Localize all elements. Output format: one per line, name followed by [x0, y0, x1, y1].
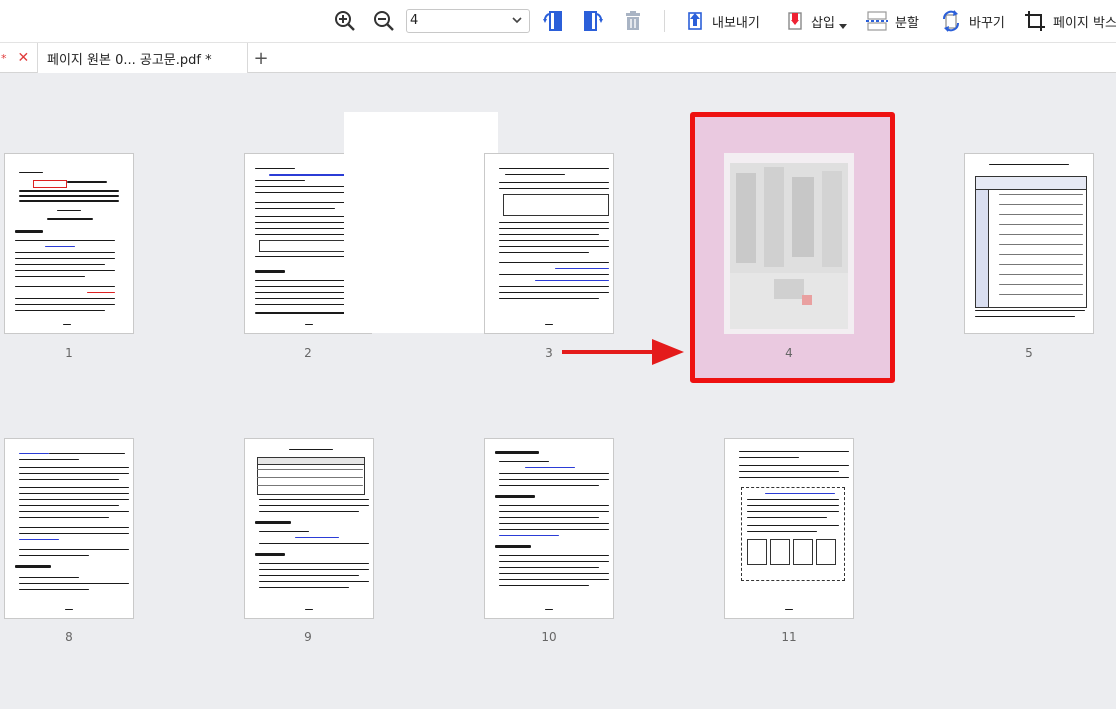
unsaved-asterisk: * — [1, 51, 7, 65]
split-icon — [866, 11, 888, 31]
split-label: 분할 — [895, 15, 919, 31]
page-number: 10 — [541, 630, 557, 644]
page-number: 5 — [1025, 346, 1033, 360]
rotate-right-button[interactable] — [581, 7, 605, 35]
drag-placeholder — [344, 112, 498, 333]
rotate-left-icon — [543, 11, 562, 31]
dropdown-arrow-icon — [838, 24, 847, 29]
export-button[interactable]: 내보내기 — [684, 7, 760, 35]
tab-title: 페이지 원본 0... 공고문.pdf * — [47, 52, 212, 68]
page-thumbnail-4[interactable] — [724, 153, 854, 334]
page-number: 9 — [304, 630, 312, 644]
page-thumbnail-11[interactable] — [724, 438, 854, 619]
delete-button[interactable] — [622, 7, 644, 35]
page-thumbnail-9[interactable] — [244, 438, 374, 619]
page-box-button[interactable]: 페이지 박스 — [1024, 7, 1116, 35]
zoom-out-icon — [374, 11, 394, 31]
document-tab-bar: * ✕ 페이지 원본 0... 공고문.pdf * + — [0, 42, 1116, 73]
zoom-out-button[interactable] — [373, 7, 395, 35]
insert-page-icon — [788, 12, 802, 30]
page-number: 2 — [304, 346, 312, 360]
arrow-icon — [562, 339, 684, 365]
page-number: 11 — [781, 630, 797, 644]
add-tab-button[interactable]: + — [248, 43, 274, 73]
page-thumbnail-8[interactable] — [4, 438, 134, 619]
export-icon — [688, 12, 702, 30]
page-thumbnail-10[interactable] — [484, 438, 614, 619]
trash-icon — [626, 11, 640, 30]
replace-label: 바꾸기 — [969, 15, 1005, 31]
page-number: 4 — [785, 346, 793, 360]
zoom-in-icon — [335, 11, 355, 31]
split-button[interactable]: 분할 — [866, 7, 919, 35]
page-thumbnail-5[interactable] — [964, 153, 1094, 334]
tab-document[interactable]: 페이지 원본 0... 공고문.pdf * — [38, 43, 248, 73]
page-number: 8 — [65, 630, 73, 644]
rotate-left-button[interactable] — [541, 7, 565, 35]
zoom-value: 4 — [410, 13, 419, 28]
page-thumbnail-1[interactable] — [4, 153, 134, 334]
export-label: 내보내기 — [712, 15, 760, 31]
zoom-select[interactable]: 4 — [406, 9, 530, 33]
toolbar: 4 내보내기 삽입 분할 바꾸기 페이지 박스 — [0, 0, 1116, 42]
previous-tab[interactable]: * ✕ — [0, 43, 38, 73]
page-number: 1 — [65, 346, 73, 360]
insert-button[interactable]: 삽입 — [784, 7, 848, 35]
close-icon[interactable]: ✕ — [18, 50, 30, 66]
page-thumbnail-3[interactable] — [484, 153, 614, 334]
toolbar-divider — [664, 10, 665, 32]
replace-button[interactable]: 바꾸기 — [940, 7, 1005, 35]
rotate-right-icon — [584, 11, 603, 31]
chevron-down-icon — [512, 17, 522, 24]
page-box-label: 페이지 박스 — [1053, 15, 1116, 31]
replace-icon — [943, 10, 959, 32]
crop-icon — [1025, 11, 1045, 31]
zoom-in-button[interactable] — [334, 7, 356, 35]
insert-label: 삽입 — [811, 15, 835, 31]
